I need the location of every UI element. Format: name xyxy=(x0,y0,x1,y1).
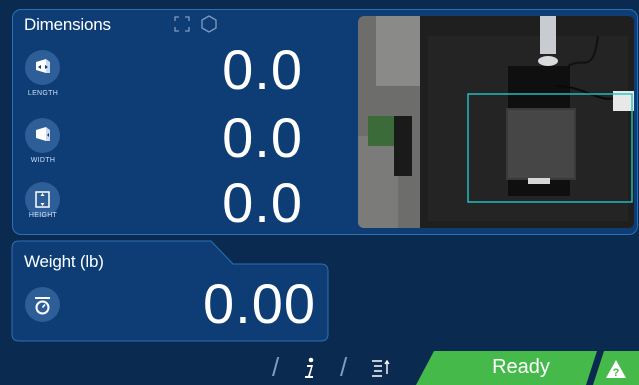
camera-view xyxy=(358,16,634,228)
separator: / xyxy=(340,352,348,382)
separator: / xyxy=(272,352,280,382)
camera-image xyxy=(358,16,634,228)
ready-label: Ready xyxy=(492,356,550,378)
height-value: 0.0 xyxy=(222,171,303,234)
dimensions-title: Dimensions xyxy=(24,15,111,34)
svg-text:?: ? xyxy=(613,367,620,379)
length-value: 0.0 xyxy=(222,38,303,101)
ready-status[interactable]: Ready ? xyxy=(416,351,639,385)
width-label: WIDTH xyxy=(30,157,56,164)
length-icon xyxy=(25,50,60,85)
weight-panel: Weight (lb) 0.00 xyxy=(11,240,329,342)
width-value: 0.0 xyxy=(222,106,303,169)
length-label: LENGTH xyxy=(27,90,59,97)
height-label: HEIGHT xyxy=(28,212,58,219)
sort-icon[interactable] xyxy=(370,358,392,378)
width-icon xyxy=(25,118,60,153)
warning-icon[interactable]: ? xyxy=(605,359,627,379)
scale-icon xyxy=(25,287,60,322)
weight-title: Weight (lb) xyxy=(24,252,104,271)
expand-icon[interactable] xyxy=(173,15,191,33)
box-outline-icon[interactable] xyxy=(199,14,219,34)
info-icon[interactable] xyxy=(302,356,318,380)
weight-value: 0.00 xyxy=(203,272,316,335)
